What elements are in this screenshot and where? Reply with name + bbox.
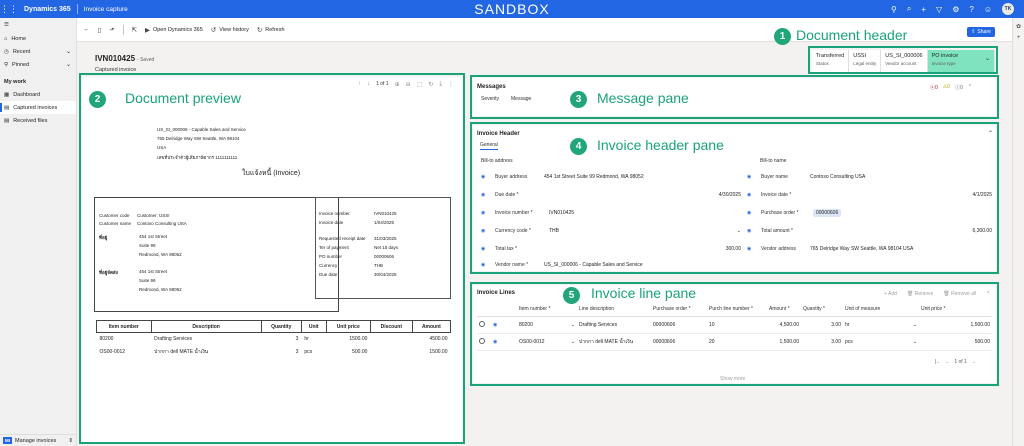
avatar[interactable]: TK [1002, 3, 1014, 15]
area-label: Manage invoices [15, 437, 57, 444]
view-history-label: View history [219, 26, 249, 33]
app-name: Invoice capture [83, 5, 128, 13]
area-badge: MI [3, 437, 12, 444]
left-navigation: ☰ ⌂ Home ◷ Recent ⌄ ⚲ Pinned ⌄ My work ▦ Dashb… [0, 18, 77, 446]
nav-pinned[interactable]: ⚲ Pinned ⌄ [0, 58, 76, 71]
dashboard-icon: ▦ [4, 91, 10, 98]
invoice-id: IVN010425 [95, 54, 136, 63]
callout-2-badge: 2 [89, 91, 106, 108]
nav-collapse[interactable]: ☰ [0, 18, 76, 32]
help-icon[interactable]: ? [969, 5, 973, 14]
callout-4-badge: 4 [570, 138, 587, 155]
document-preview-highlight [79, 73, 465, 444]
nav-section-my-work: My work [4, 78, 27, 85]
clock-icon: ◷ [4, 48, 9, 55]
open-d365-button[interactable]: ▶ Open Dynamics 365 [145, 26, 203, 34]
file-icon: ▤ [4, 117, 10, 124]
copilot-icon[interactable]: ✿ [1013, 23, 1024, 30]
refresh-button[interactable]: ↻ Refresh [257, 26, 285, 34]
add-icon[interactable]: + [921, 5, 926, 14]
chevron-updown-icon: ⇕ [68, 437, 73, 444]
nav-received-files-label: Received files [13, 117, 48, 124]
chevron-down-icon: ⌄ [65, 62, 71, 68]
message-pane-highlight [470, 75, 999, 119]
nav-home-label: Home [11, 35, 26, 42]
save-status: - Saved [137, 57, 155, 63]
nav-captured-invoices-label: Captured invoices [13, 104, 58, 111]
view-history-button[interactable]: ↺ View history [211, 26, 249, 34]
history-icon: ↺ [210, 26, 217, 34]
share-link-icon[interactable]: ⇱ [132, 26, 137, 34]
app-launcher-icon[interactable]: ⋮⋮ [0, 0, 18, 18]
hamburger-icon[interactable]: ☰ [4, 22, 9, 28]
callout-1-label: Document header [796, 27, 908, 43]
lightbulb-icon[interactable]: ⚲ [891, 5, 897, 14]
open-d365-label: Open Dynamics 365 [152, 26, 203, 33]
nav-received-files[interactable]: ▤ Received files [0, 114, 76, 127]
invoice-line-pane-highlight [470, 282, 999, 386]
back-icon[interactable]: ← [83, 26, 90, 33]
environment-label: SANDBOX [474, 1, 550, 17]
nav-home[interactable]: ⌂ Home [0, 32, 76, 45]
nav-recent-label: Recent [12, 48, 31, 55]
refresh-label: Refresh [265, 26, 285, 33]
nav-dashboard[interactable]: ▦ Dashboard [0, 88, 76, 101]
page-icon[interactable]: ▯ [98, 26, 102, 34]
refresh-icon: ↻ [256, 26, 263, 34]
share-label: Share [977, 29, 991, 35]
chevron-down-icon: ⌄ [65, 49, 71, 55]
home-icon: ⌂ [4, 35, 8, 42]
callout-5-label: Invoice line pane [591, 285, 697, 301]
share-button[interactable]: ⇪ Share [967, 27, 995, 37]
page-title: IVN010425- Saved [95, 54, 154, 63]
area-switcher[interactable]: MI Manage invoices ⇕ [0, 434, 77, 446]
document-icon: ▤ [4, 104, 10, 111]
search-icon[interactable]: ⌕ [907, 4, 911, 14]
top-bar: ⋮⋮ Dynamics 365 Invoice capture SANDBOX … [0, 0, 1024, 18]
command-divider [122, 24, 124, 35]
gear-icon[interactable]: ⚙ [952, 5, 959, 14]
callout-3-label: Message pane [597, 90, 689, 106]
callout-4-label: Invoice header pane [597, 137, 724, 153]
right-rail: ✿ + [1012, 18, 1024, 446]
nav-pinned-label: Pinned [12, 61, 30, 68]
callout-2-label: Document preview [125, 90, 241, 106]
open-in-new-icon[interactable]: ⬏ [109, 26, 114, 34]
assistant-icon[interactable]: ☺ [984, 5, 992, 14]
dynamics-icon: ▶ [144, 26, 150, 34]
topbar-icons: ⚲ ⌕ + ▽ ⚙ ? ☺ TK [891, 0, 1014, 18]
pin-icon: ⚲ [4, 61, 9, 68]
callout-1-badge: 1 [774, 28, 791, 45]
document-header-highlight [808, 46, 998, 74]
add-icon[interactable]: + [1013, 35, 1024, 41]
brand-name[interactable]: Dynamics 365 [18, 6, 77, 13]
invoice-header-pane-highlight [470, 122, 999, 274]
nav-captured-invoices[interactable]: ▤ Captured invoices [0, 101, 76, 114]
nav-dashboard-label: Dashboard [13, 91, 41, 98]
callout-3-badge: 3 [570, 91, 587, 108]
callout-5-badge: 5 [563, 287, 580, 304]
filter-icon[interactable]: ▽ [936, 5, 942, 14]
share-icon: ⇪ [971, 29, 976, 35]
nav-recent[interactable]: ◷ Recent ⌄ [0, 45, 76, 58]
